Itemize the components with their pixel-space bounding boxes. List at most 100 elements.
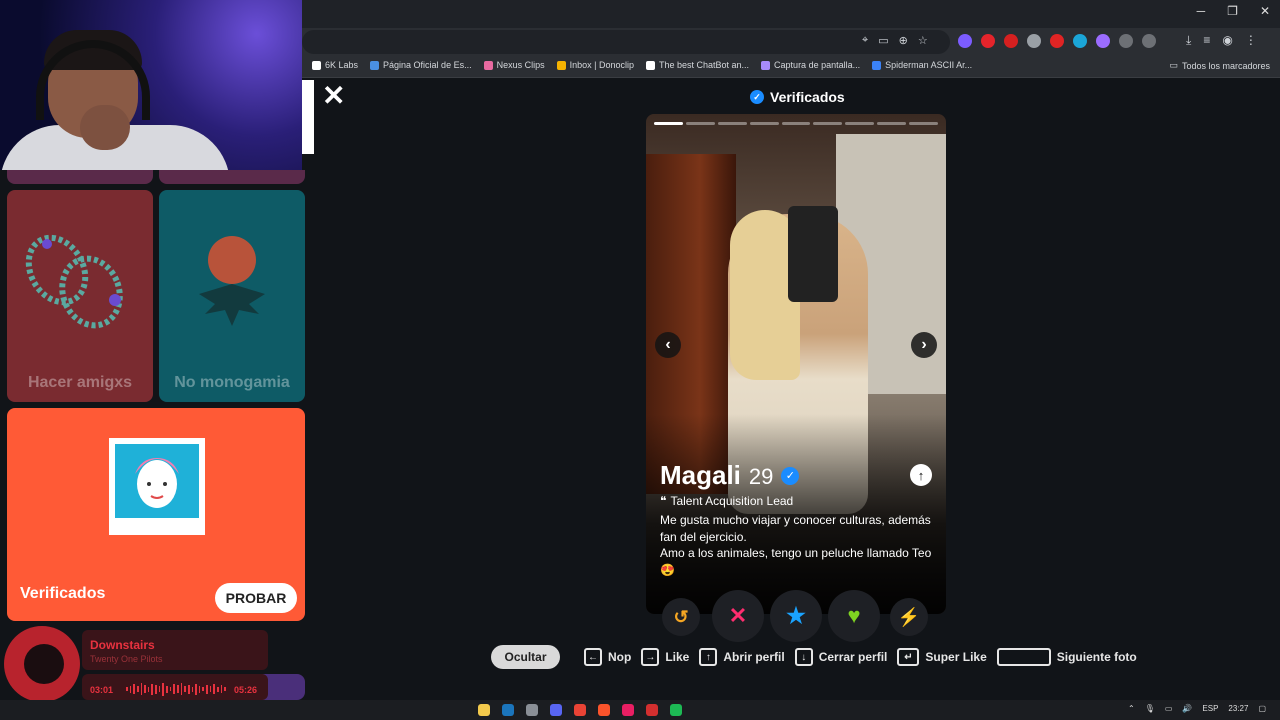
bookmark-item[interactable]: 6K Labs [312,60,358,70]
restore-icon[interactable]: ❐ [1227,4,1238,18]
info-icon[interactable] [1119,34,1133,48]
clock[interactable]: 23:27 [1228,704,1248,713]
zoom-icon[interactable]: ⊕ [899,34,908,47]
steam-icon[interactable] [502,704,514,716]
photo-segment [813,122,843,125]
shortcut-close-profile: ↓ Cerrar perfil [794,648,887,666]
nope-icon[interactable]: ✕ [712,590,764,642]
probar-button[interactable]: PROBAR [215,583,297,613]
extension-icon[interactable] [1027,34,1041,48]
adblock-icon[interactable] [1004,34,1018,48]
scrollbar-thumb[interactable] [302,80,314,154]
arrow-down-icon: ↓ [794,648,813,666]
music-widget: Downstairs Twenty One Pilots 03:01 05:26 [0,626,268,702]
extension-icon[interactable] [981,34,995,48]
total-time: 05:26 [234,685,258,695]
bookmark-favicon-icon [645,60,655,70]
card-label: No monogamia [174,374,290,391]
folder-icon: ▭ [1169,60,1178,70]
waveform [126,682,226,696]
extension-icon[interactable] [1073,34,1087,48]
photo-segment [845,122,875,125]
address-bar[interactable] [302,30,950,54]
close-icon[interactable]: ✕ [322,82,345,110]
shortcut-next-photo: Siguiente foto [996,648,1137,666]
bookmark-favicon-icon [312,60,321,70]
bookmark-item[interactable]: Captura de pantalla... [761,60,860,70]
boost-icon[interactable]: ⚡ [890,598,928,636]
shortcut-super-like: ↵ Super Like [897,648,987,666]
bookmark-item[interactable]: Spiderman ASCII Ar... [872,60,972,70]
shortcut-like: → Like [641,648,689,666]
profile-icon[interactable]: ◉ [1222,33,1232,48]
shortcut-label: Like [665,650,690,664]
song-artist: Twenty One Pilots [90,654,163,664]
extension-icon[interactable] [1050,34,1064,48]
profile-name-row: Magali 29 ✓ [660,460,800,491]
arrow-up-icon: ↑ [699,648,718,666]
extension-icon[interactable] [1096,34,1110,48]
bookmark-label: Nexus Clips [496,60,545,70]
job-title: Talent Acquisition Lead [670,494,794,508]
next-photo-button[interactable]: › [911,332,937,358]
close-window-icon[interactable]: ✕ [1260,4,1270,18]
card-verificados[interactable]: Verificados PROBAR [7,408,305,621]
prev-photo-button[interactable]: ‹ [655,332,681,358]
bookmark-list: 6K Labs Página Oficial de Es... Nexus Clip… [312,60,972,70]
language-indicator[interactable]: ESP [1202,704,1218,713]
extension-icon[interactable] [958,34,972,48]
bookmark-star-icon[interactable]: ☆ [918,34,928,47]
folder-icon[interactable] [478,704,490,716]
extensions-bar [958,34,1156,48]
like-icon[interactable]: ♥ [828,590,880,642]
arrow-left-icon: ← [584,648,602,666]
location-icon[interactable]: ⌖ [862,34,868,47]
app-icon[interactable] [526,704,538,716]
rewind-icon[interactable]: ↺ [662,598,700,636]
shortcut-label: Super Like [925,650,987,664]
arrow-right-icon: → [641,648,660,666]
open-profile-button[interactable]: ↑ [910,464,932,486]
download-icon[interactable]: ⤓ [1186,33,1191,48]
face-icon [135,458,179,508]
app-icon[interactable] [622,704,634,716]
chevron-up-icon[interactable]: ⌃ [1128,704,1135,713]
bookmark-item[interactable]: Página Oficial de Es... [370,60,472,70]
action-buttons: ↺ ✕ ★ ♥ ⚡ [654,590,944,644]
brave-icon[interactable] [598,704,610,716]
shortcut-label: Nop [608,650,632,664]
photo-indicator [654,122,939,125]
card-label: Hacer amigxs [27,374,133,391]
photo-segment [685,122,715,125]
address-bar-icons: ⌖ ▭ ⊕ ☆ [862,34,928,47]
card-no-monogamia[interactable]: No monogamia [159,190,305,402]
profile-card[interactable]: ‹ › ↑ Magali 29 ✓ ❝ Talent Acquisition L… [646,114,946,614]
bookmark-item[interactable]: Inbox | Donoclip [556,60,634,70]
puzzle-icon[interactable] [1142,34,1156,48]
notification-icon[interactable]: ▢ [1258,704,1266,713]
bookmark-favicon-icon [483,60,493,70]
chrome-icon[interactable] [574,704,586,716]
network-icon[interactable]: ▭ [1165,704,1173,713]
spotify-icon[interactable] [670,704,682,716]
discord-icon[interactable] [550,704,562,716]
verified-badge-icon: ✓ [781,466,800,485]
microphone-icon[interactable]: 🎙 [1145,704,1155,713]
media-icon[interactable]: ≡ [1203,33,1210,48]
minimize-icon[interactable]: ─ [1197,4,1206,18]
quote-icon: ❝ [660,494,667,508]
hide-button[interactable]: Ocultar [491,645,560,669]
profile-name: Magali [660,460,741,490]
bookmark-item[interactable]: The best ChatBot an... [645,60,749,70]
bookmark-favicon-icon [370,60,380,70]
super-like-icon[interactable]: ★ [770,590,822,642]
card-title: Verificados [20,585,106,602]
menu-icon[interactable]: ⋮ [1245,33,1257,48]
app-icon[interactable] [646,704,658,716]
bookmark-item[interactable]: Nexus Clips [483,60,545,70]
cast-icon[interactable]: ▭ [878,34,888,47]
volume-icon[interactable]: 🔊 [1182,704,1192,713]
all-bookmarks[interactable]: ▭ Todos los marcadores [1169,60,1270,71]
card-hacer-amigxs[interactable]: Hacer amigxs [7,190,153,402]
os-taskbar: ⌃ 🎙 ▭ 🔊 ESP 23:27 ▢ [0,700,1280,720]
